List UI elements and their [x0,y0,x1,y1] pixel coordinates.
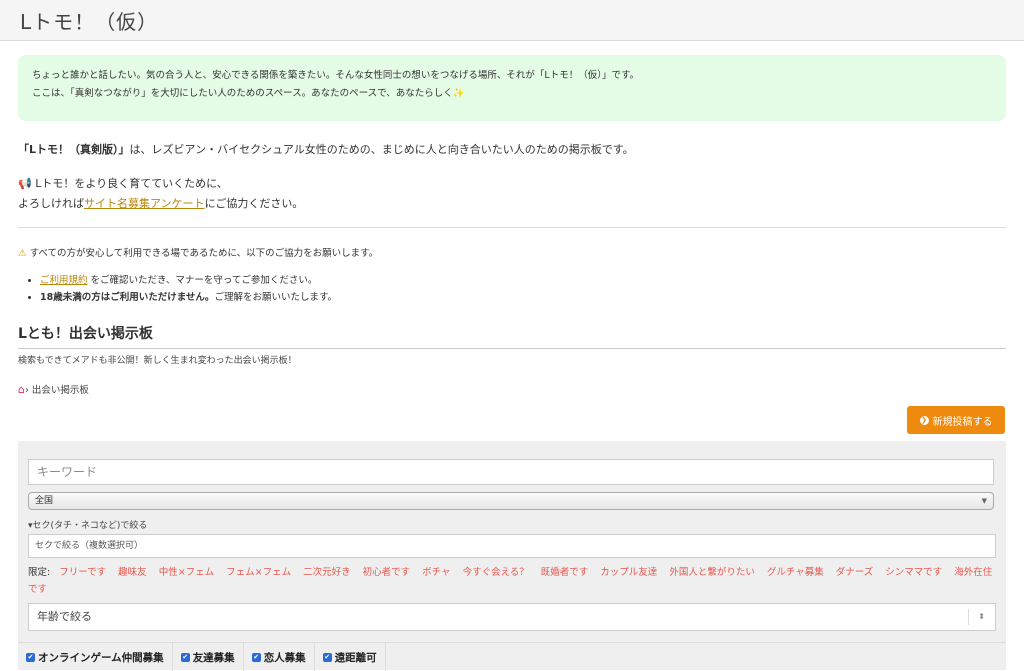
new-post-button[interactable]: ❯ 新規投稿する [907,406,1005,434]
survey-callout: 📢 Lトモ！をより良く育てていくために、 よろしければサイト名募集アンケートにご… [18,177,304,210]
limit-tag[interactable]: フリーです [59,567,106,578]
limit-tag[interactable]: 外国人と繋がりたい [669,567,755,578]
limit-tag[interactable]: 今すぐ会える？ [463,567,529,578]
sparkle-icon: ✨ [452,88,465,99]
checkbox-long-distance[interactable]: ✔ 遠距離可 [315,643,386,671]
age-select[interactable]: 年齢で絞る ⬍ [28,603,996,631]
limit-tag[interactable]: ダナーズ [836,567,874,578]
checkbox-online-game[interactable]: ✔ オンラインゲーム仲間募集 [18,643,173,671]
search-panel: 全国▼ ▾セク(タチ・ネコなど)で絞る セクで絞る（複数選択可） 限定: フリー… [18,441,1006,671]
terms-link[interactable]: ご利用規約 [40,275,88,286]
notice-line-2: ここは、「真剣なつながり」を大切にしたい人のためのスペース。あなたのペースで、あ… [32,88,465,99]
keyword-input[interactable] [28,459,994,485]
home-icon[interactable]: ⌂ [18,383,25,396]
checkmark-icon: ✔ [322,652,332,662]
intro-bold: 「Lトモ！（真剣版）」 [18,143,130,156]
board-title: Lとも！出会い掲示板 [18,323,1006,349]
notice-line-1: ちょっと誰かと話したい。気の合う人と、安心できる関係を築きたい。そんな女性同士の… [32,70,640,81]
limit-tag[interactable]: グルチャ募集 [767,567,824,578]
limit-label: 限定: [28,567,51,578]
limit-tag[interactable]: 二次元好き [303,567,351,578]
limit-tag[interactable]: 初心者です [363,567,411,578]
select-spinner-icon: ⬍ [978,612,985,621]
limit-tag[interactable]: ボチャ [422,567,450,578]
breadcrumb-current: 出会い掲示板 [31,385,89,396]
region-select[interactable]: 全国 ▼ [28,492,994,510]
warning-text: ⚠ すべての方が安心して利用できる場であるために、以下のご協力をお願いします。 [18,248,379,259]
warning-icon: ⚠ [18,248,27,259]
seku-filter-toggle[interactable]: ▾セク(タチ・ネコなど)で絞る [28,518,147,531]
limit-tags: 限定: フリーです 趣味友 中性×フェム フェム×フェム 二次元好き 初心者です ボチャ 今す… [28,564,994,598]
checkbox-friends[interactable]: ✔ 友達募集 [173,643,244,671]
divider [968,609,969,625]
checkmark-icon: ✔ [251,652,261,662]
breadcrumb: ⌂› 出会い掲示板 [18,383,89,396]
dropdown-arrow-icon: ▼ [981,497,987,505]
limit-tag[interactable]: 中性×フェム [159,567,214,578]
divider [18,227,1006,228]
limit-tag[interactable]: 趣味友 [118,567,147,578]
top-header: Lトモ！（仮） [0,0,1024,41]
seku-multiselect[interactable]: セクで絞る（複数選択可） [28,534,996,558]
intro-text: 「Lトモ！（真剣版）」は、レズビアン・バイセクシュアル女性のための、まじめに人と… [18,143,634,156]
rule-terms: ご利用規約 をご確認いただき、マナーを守ってご参加ください。 [40,272,337,289]
limit-tag[interactable]: フェム×フェム [226,567,291,578]
checkmark-icon: ✔ [26,652,35,662]
board-subtitle: 検索もできてメアドも非公開！新しく生まれ変わった出会い掲示板！ [18,356,297,366]
welcome-notice: ちょっと誰かと話したい。気の合う人と、安心できる関係を築きたい。そんな女性同士の… [18,55,1006,121]
limit-tag[interactable]: シンママです [885,567,942,578]
chevron-right-icon: ❯ [919,415,929,425]
site-title[interactable]: Lトモ！（仮） [20,6,158,35]
checkmark-icon: ✔ [180,652,190,662]
limit-tag[interactable]: 既婚者です [541,567,589,578]
checkbox-lover[interactable]: ✔ 恋人募集 [244,643,315,671]
rules-list: ご利用規約 をご確認いただき、マナーを守ってご参加ください。 18歳未満の方はご… [30,272,337,306]
limit-tag[interactable]: カップル友達 [600,567,657,578]
megaphone-icon: 📢 [18,177,32,190]
survey-link[interactable]: サイト名募集アンケート [84,197,205,210]
category-checkboxes: ✔ オンラインゲーム仲間募集 ✔ 友達募集 ✔ 恋人募集 ✔ 遠距離可 [18,642,1006,671]
rule-age: 18歳未満の方はご利用いただけません。ご理解をお願いいたします。 [40,289,337,306]
